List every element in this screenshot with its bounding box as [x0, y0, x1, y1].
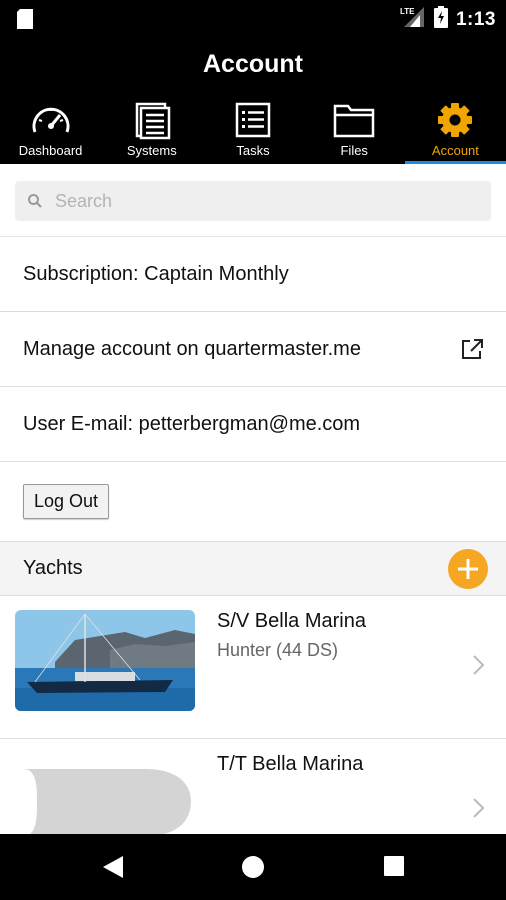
subscription-text: Subscription: Captain Monthly — [23, 262, 289, 285]
clock: 1:13 — [455, 8, 496, 30]
yacht-list-item[interactable]: S/V Bella Marina Hunter (44 DS) — [0, 596, 506, 739]
chevron-right-icon — [472, 797, 486, 824]
gear-icon — [438, 103, 473, 137]
logout-row: Log Out — [0, 462, 506, 542]
yacht-photo — [15, 610, 195, 711]
manage-account-row[interactable]: Manage account on quartermaster.me — [0, 312, 506, 387]
tender-placeholder-icon — [15, 761, 195, 834]
tab-label: Systems — [126, 143, 177, 158]
status-bar: LTE 1:13 — [0, 0, 506, 38]
plus-icon — [458, 559, 478, 579]
logout-button[interactable]: Log Out — [23, 484, 110, 519]
app-header: Account — [0, 38, 506, 94]
tab-label: Account — [431, 143, 479, 158]
document-list-icon — [135, 102, 171, 140]
speedometer-icon — [32, 107, 70, 133]
tab-label: Dashboard — [18, 143, 83, 158]
search-bar[interactable] — [15, 181, 491, 221]
tab-tasks[interactable]: Tasks — [202, 94, 303, 164]
tab-dashboard[interactable]: Dashboard — [0, 94, 101, 164]
search-input[interactable] — [55, 190, 455, 212]
signal-icon: LTE — [400, 6, 426, 33]
back-icon[interactable] — [101, 855, 125, 884]
email-row: User E-mail: petterbergman@me.com — [0, 387, 506, 462]
tab-files[interactable]: Files — [304, 94, 405, 164]
page-title: Account — [203, 50, 303, 78]
external-link-icon — [460, 338, 484, 366]
checklist-icon — [235, 102, 271, 138]
chevron-right-icon — [472, 654, 486, 681]
yacht-name: T/T Bella Marina — [217, 753, 364, 775]
tab-account[interactable]: Account — [404, 94, 506, 164]
search-icon — [28, 194, 42, 208]
search-container — [0, 164, 506, 237]
manage-account-link[interactable]: Manage account on quartermaster.me — [23, 338, 361, 361]
sd-card-icon — [17, 9, 33, 34]
section-title: Yachts — [23, 557, 83, 579]
battery-charging-icon — [433, 6, 448, 33]
tab-label: Files — [340, 143, 368, 158]
folder-icon — [333, 104, 375, 138]
subscription-row: Subscription: Captain Monthly — [0, 237, 506, 312]
yacht-model: Hunter (44 DS) — [217, 640, 339, 660]
email-text: User E-mail: petterbergman@me.com — [23, 412, 361, 435]
account-content: Subscription: Captain Monthly Manage acc… — [0, 164, 506, 834]
add-yacht-button[interactable] — [448, 549, 488, 589]
yacht-list-item[interactable]: T/T Bella Marina — [0, 739, 506, 834]
home-icon[interactable] — [241, 855, 265, 884]
tab-label: Tasks — [236, 143, 270, 158]
yachts-section-header: Yachts — [0, 542, 506, 596]
system-nav-bar — [0, 834, 506, 900]
tab-bar: Dashboard Systems Tasks Files Account — [0, 94, 506, 164]
recents-icon[interactable] — [383, 855, 405, 882]
yacht-name: S/V Bella Marina — [217, 610, 366, 632]
tab-systems[interactable]: Systems — [101, 94, 202, 164]
svg-text:LTE: LTE — [400, 7, 415, 16]
